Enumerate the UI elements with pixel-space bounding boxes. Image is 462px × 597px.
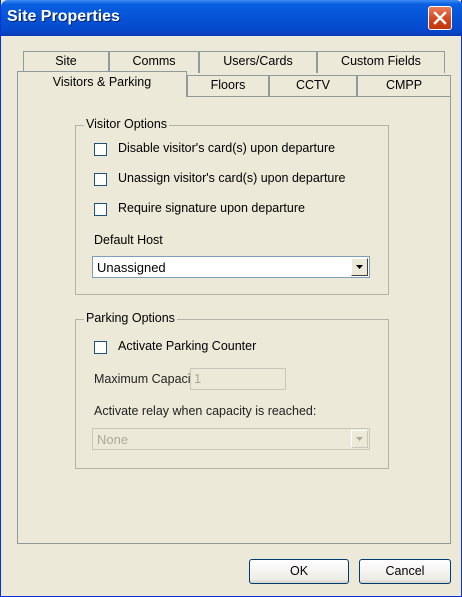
visitors-parking-panel: Visitor Options Disable visitor's card(s… bbox=[17, 96, 451, 544]
disable-cards-label: Disable visitor's card(s) upon departure bbox=[118, 141, 336, 155]
default-host-select[interactable]: Unassigned bbox=[92, 256, 370, 278]
relay-label: Activate relay when capacity is reached: bbox=[94, 404, 317, 418]
max-capacity-label: Maximum Capacity: bbox=[94, 372, 204, 386]
cancel-button[interactable]: Cancel bbox=[359, 559, 451, 584]
activate-parking-counter-label: Activate Parking Counter bbox=[118, 339, 257, 353]
activate-parking-counter-checkbox[interactable] bbox=[94, 341, 107, 354]
title-bar[interactable]: Site Properties bbox=[1, 0, 462, 36]
tab-comms[interactable]: Comms bbox=[109, 51, 199, 73]
require-signature-label: Require signature upon departure bbox=[118, 201, 305, 215]
max-capacity-value: 1 bbox=[194, 371, 202, 386]
parking-options-legend: Parking Options bbox=[84, 311, 177, 325]
default-host-dropdown-button[interactable] bbox=[351, 258, 368, 276]
close-button[interactable] bbox=[428, 6, 452, 30]
visitor-options-legend: Visitor Options bbox=[84, 117, 170, 131]
tab-floors[interactable]: Floors bbox=[187, 75, 269, 97]
relay-value: None bbox=[97, 432, 129, 447]
window-title: Site Properties bbox=[7, 8, 120, 25]
close-icon bbox=[433, 11, 447, 25]
tab-visitors-parking[interactable]: Visitors & Parking bbox=[17, 71, 187, 97]
chevron-down-icon bbox=[356, 437, 363, 441]
tab-custom-fields[interactable]: Custom Fields bbox=[317, 51, 445, 73]
tab-cmpp[interactable]: CMPP bbox=[357, 75, 451, 97]
max-capacity-input[interactable]: 1 bbox=[190, 368, 286, 390]
unassign-cards-checkbox[interactable] bbox=[94, 173, 107, 186]
visitor-options-group: Visitor Options Disable visitor's card(s… bbox=[75, 117, 389, 295]
relay-dropdown-button[interactable] bbox=[351, 430, 368, 448]
tab-users-cards[interactable]: Users/Cards bbox=[199, 51, 317, 73]
default-host-value: Unassigned bbox=[97, 260, 166, 275]
ok-button[interactable]: OK bbox=[249, 559, 349, 584]
unassign-cards-label: Unassign visitor's card(s) upon departur… bbox=[118, 171, 346, 185]
tab-site[interactable]: Site bbox=[23, 51, 109, 73]
disable-cards-checkbox[interactable] bbox=[94, 143, 107, 156]
site-properties-dialog: Site Properties Site Comms Users/Cards C… bbox=[0, 0, 462, 597]
parking-options-group: Parking Options Activate Parking Counter… bbox=[75, 311, 389, 469]
default-host-label: Default Host bbox=[94, 233, 163, 247]
require-signature-checkbox[interactable] bbox=[94, 203, 107, 216]
chevron-down-icon bbox=[356, 265, 363, 269]
relay-select[interactable]: None bbox=[92, 428, 370, 450]
tab-cctv[interactable]: CCTV bbox=[269, 75, 357, 97]
